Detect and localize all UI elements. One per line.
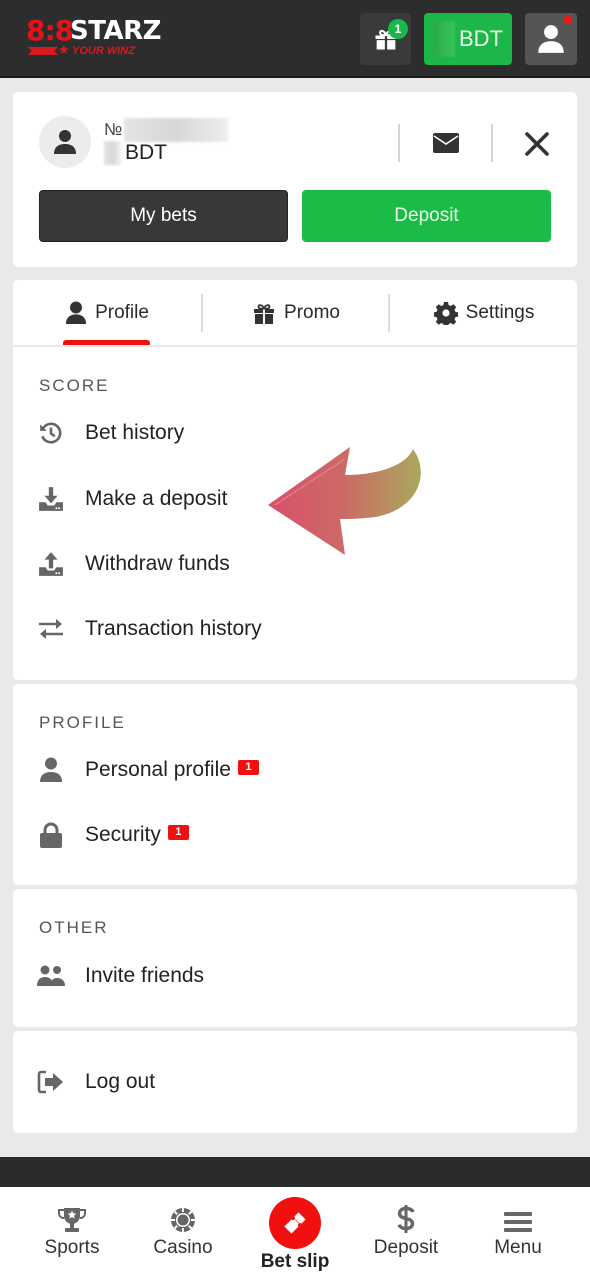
balance-button[interactable]: BDT: [424, 13, 512, 65]
balance-currency: BDT: [459, 26, 503, 51]
notification-dot: [564, 16, 572, 24]
nav-menu[interactable]: Menu: [463, 1187, 573, 1280]
account-number-prefix: №: [104, 120, 123, 139]
balance-amount-redacted: [433, 21, 455, 57]
nav-label: Deposit: [373, 1237, 439, 1258]
annotation-arrow: [268, 447, 421, 555]
deposit-button[interactable]: Deposit: [302, 190, 551, 242]
nav-label: Casino: [153, 1237, 213, 1258]
top-bar: 8:8 STARZ ★ YOUR WINZ 1 BDT: [0, 0, 590, 78]
divider: [388, 294, 390, 332]
account-balance: BDT: [104, 141, 167, 165]
ticket-icon: [284, 1212, 306, 1234]
swap-arrows-icon: [39, 619, 63, 639]
lock-icon: [40, 822, 62, 848]
logo[interactable]: 8:8 STARZ ★ YOUR WINZ: [26, 16, 161, 62]
hamburger-icon: [504, 1212, 532, 1232]
logo-brand: STARZ: [70, 16, 161, 46]
account-number: №: [104, 118, 229, 142]
trophy-icon: [58, 1208, 86, 1232]
nav-bet-slip[interactable]: Bet slip: [240, 1187, 350, 1280]
user-account-button[interactable]: [525, 13, 577, 65]
section-title: OTHER: [39, 918, 109, 937]
menu-item-label: Transaction history: [85, 617, 262, 640]
gift-icon: [254, 303, 275, 324]
menu-item-transaction-history[interactable]: Transaction history: [33, 607, 553, 651]
bottom-nav: Sports Casino Bet slip Deposit Menu: [0, 1187, 590, 1280]
divider: [491, 124, 493, 162]
tab-promo[interactable]: Promo: [203, 280, 389, 345]
menu-item-label: Personal profile: [85, 758, 231, 781]
nav-deposit[interactable]: Deposit: [351, 1187, 461, 1280]
active-tab-indicator: [63, 340, 150, 345]
logo-ribbon: [28, 47, 58, 55]
profile-section: PROFILE Personal profile 1 Security 1: [13, 684, 577, 885]
dollar-icon: [397, 1205, 415, 1233]
nav-sports[interactable]: Sports: [17, 1187, 127, 1280]
footer-strip: [0, 1157, 590, 1187]
my-bets-button[interactable]: My bets: [39, 190, 288, 242]
person-icon: [40, 757, 62, 782]
menu-item-personal-profile[interactable]: Personal profile 1: [33, 748, 553, 792]
logout-section: Log out: [13, 1031, 577, 1133]
users-icon: [37, 965, 65, 986]
download-tray-icon: [39, 487, 63, 511]
account-balance-redacted: [104, 141, 121, 165]
tab-settings[interactable]: Settings: [391, 280, 577, 345]
logo-tagline: YOUR WINZ: [72, 45, 135, 57]
gift-button[interactable]: 1: [360, 13, 411, 65]
section-title: PROFILE: [39, 713, 126, 732]
account-currency: BDT: [125, 141, 167, 164]
menu-item-label: Withdraw funds: [85, 552, 230, 575]
tab-profile[interactable]: Profile: [13, 280, 201, 345]
gear-icon: [433, 301, 458, 325]
notification-badge: 1: [237, 759, 259, 775]
menu-item-label: Make a deposit: [85, 487, 228, 510]
user-icon: [54, 130, 76, 154]
nav-label: Menu: [494, 1237, 542, 1258]
tab-settings-label: Settings: [465, 301, 535, 323]
nav-casino[interactable]: Casino: [128, 1187, 238, 1280]
menu-item-label: Security: [85, 823, 161, 846]
profile-tabs: Profile Promo Settings: [13, 280, 577, 345]
nav-label: Sports: [44, 1237, 100, 1258]
menu-item-label: Invite friends: [85, 964, 205, 987]
other-section: OTHER Invite friends: [13, 889, 577, 1027]
notification-badge: 1: [167, 824, 189, 840]
menu-item-invite-friends[interactable]: Invite friends: [33, 954, 553, 998]
logout-icon: [37, 1070, 63, 1094]
user-icon: [65, 301, 87, 324]
tab-profile-label: Profile: [95, 301, 149, 323]
upload-tray-icon: [39, 552, 63, 576]
gift-count-badge: 1: [388, 19, 408, 39]
menu-item-security[interactable]: Security 1: [33, 813, 553, 857]
user-icon: [538, 25, 564, 53]
messages-button[interactable]: [427, 128, 465, 158]
history-icon: [40, 422, 62, 444]
star-icon: ★: [58, 42, 70, 57]
nav-label: Bet slip: [260, 1251, 330, 1272]
avatar: [39, 116, 91, 168]
account-number-redacted: [124, 118, 229, 142]
menu-item-label: Bet history: [85, 421, 185, 444]
divider: [398, 124, 400, 162]
logout-button[interactable]: Log out: [33, 1060, 553, 1104]
section-title: SCORE: [39, 376, 110, 395]
menu-item-label: Log out: [85, 1070, 156, 1093]
close-icon: [525, 132, 549, 156]
envelope-icon: [433, 133, 459, 153]
casino-chip-icon: [171, 1208, 195, 1232]
tab-promo-label: Promo: [284, 301, 340, 323]
close-button[interactable]: [518, 126, 556, 162]
account-card: № BDT My bets Deposit: [13, 92, 577, 267]
